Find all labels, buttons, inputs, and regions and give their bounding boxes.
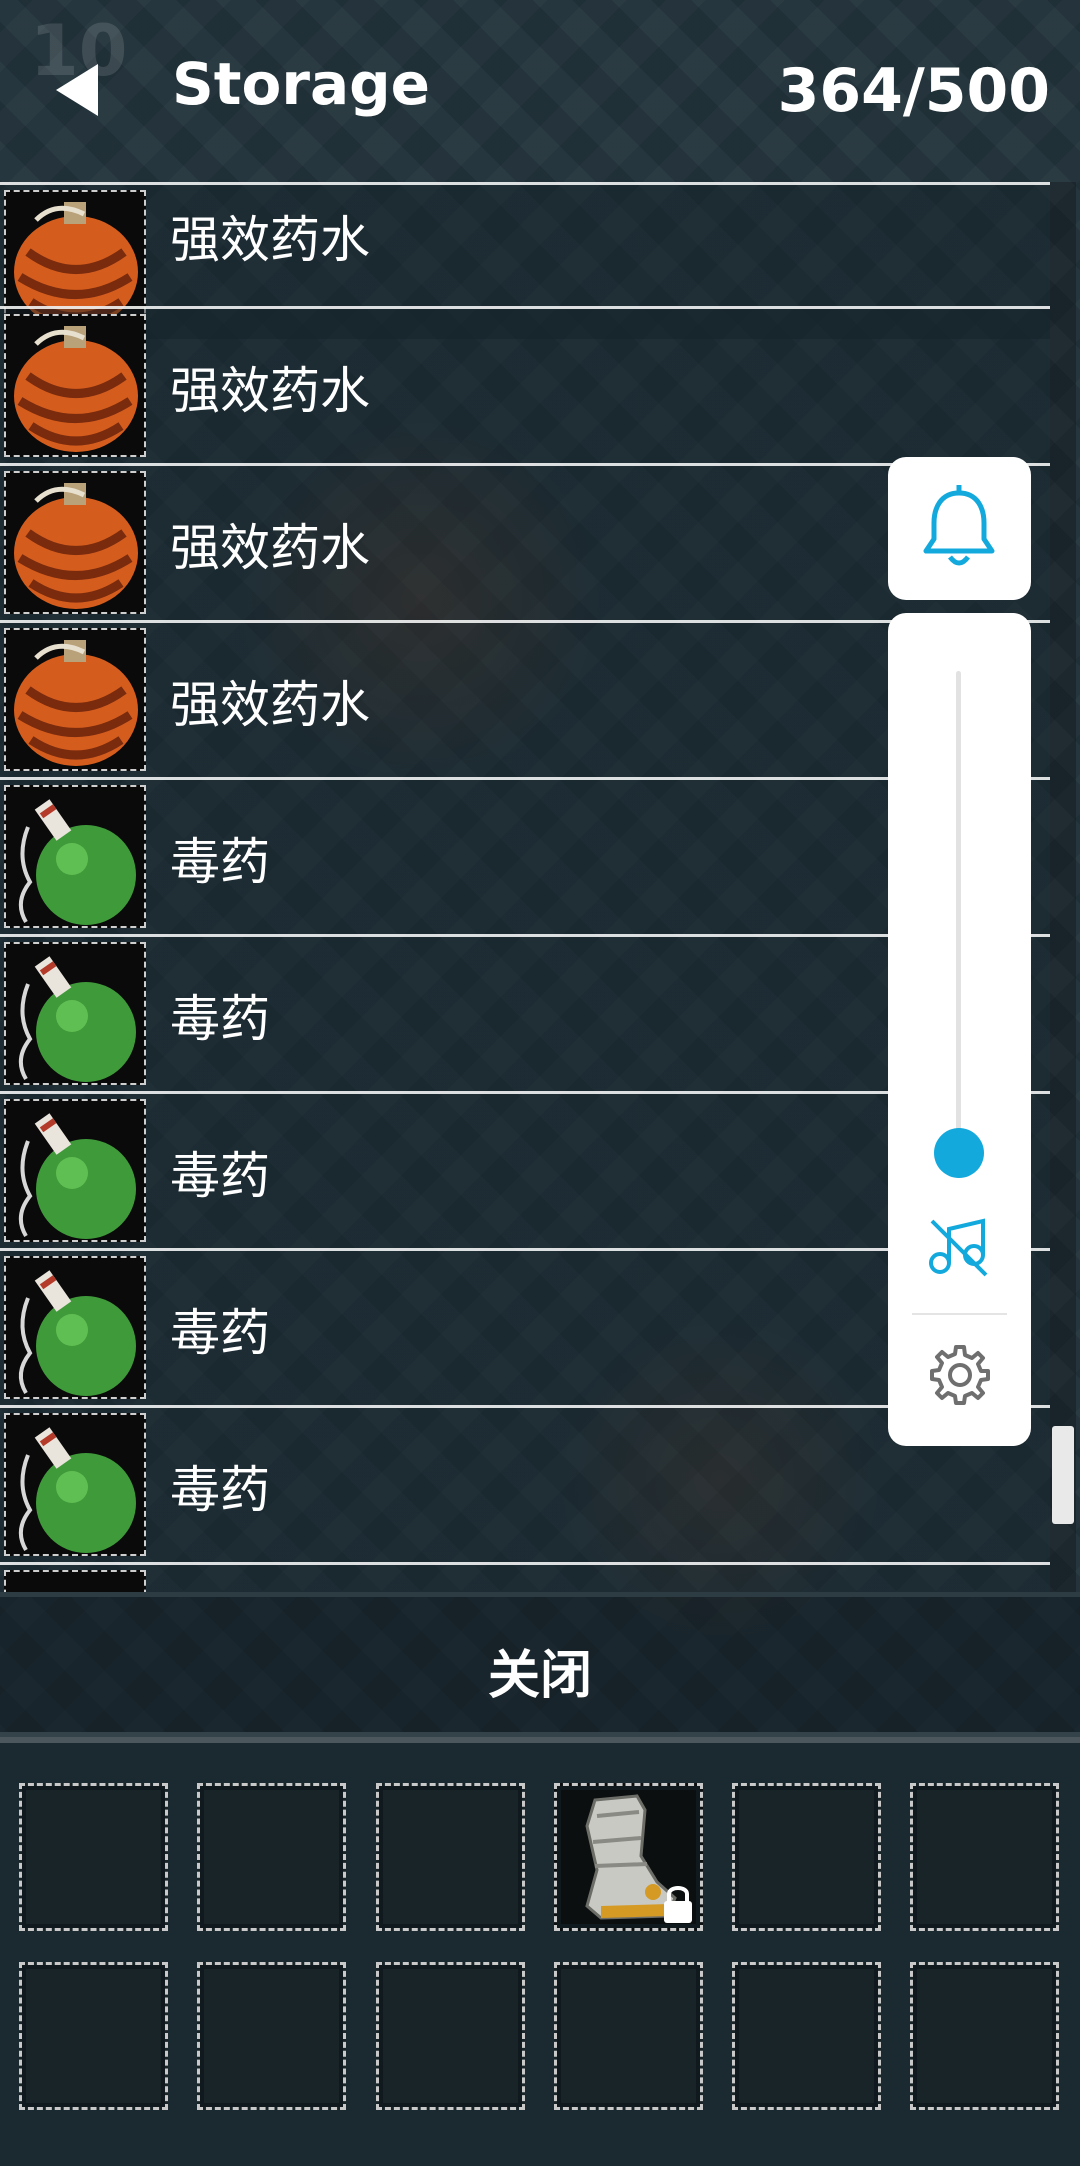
list-item[interactable]: 强效药水 <box>0 306 1050 463</box>
item-name: 强效药水 <box>170 519 370 577</box>
lock-icon <box>664 1886 692 1923</box>
inventory-slot[interactable] <box>19 1962 168 2110</box>
item-name: 强效药水 <box>170 676 370 734</box>
green-poison-flask-icon <box>4 1099 146 1242</box>
list-scrollbar[interactable] <box>1050 182 1076 1592</box>
inventory-slot[interactable] <box>732 1783 881 1931</box>
volume-slider-track[interactable] <box>956 671 961 1161</box>
item-name: 强效药水 <box>170 362 370 420</box>
inventory-slot[interactable] <box>554 1962 703 2110</box>
page-title: Storage <box>172 50 430 118</box>
item-slot <box>4 1570 146 1592</box>
inventory-slot[interactable] <box>554 1783 703 1931</box>
list-item[interactable] <box>0 1562 1050 1592</box>
green-poison-flask-icon <box>4 1413 146 1556</box>
inventory-slot[interactable] <box>910 1783 1059 1931</box>
orange-potion-icon <box>4 628 146 771</box>
inventory-slot[interactable] <box>376 1962 525 2110</box>
close-button[interactable]: 关闭 <box>0 1592 1080 1742</box>
inventory-slot[interactable] <box>197 1962 346 2110</box>
back-arrow-icon[interactable] <box>50 60 110 120</box>
item-name: 毒药 <box>170 990 270 1048</box>
storage-header: Storage 364/500 <box>0 0 1080 182</box>
scrollbar-thumb[interactable] <box>1052 1426 1074 1524</box>
bell-icon <box>923 485 995 566</box>
green-poison-flask-icon <box>4 942 146 1085</box>
inventory-slot[interactable] <box>197 1783 346 1931</box>
inventory-slot[interactable] <box>19 1783 168 1931</box>
notification-button[interactable] <box>888 457 1031 600</box>
orange-potion-icon <box>4 314 146 457</box>
close-button-label: 关闭 <box>487 1646 592 1706</box>
item-name: 毒药 <box>170 1461 270 1519</box>
volume-slider-knob[interactable] <box>934 1128 984 1178</box>
gear-icon[interactable] <box>928 1343 992 1407</box>
orange-potion-icon <box>4 471 146 614</box>
volume-panel <box>888 613 1031 1446</box>
item-name: 毒药 <box>170 1304 270 1362</box>
storage-capacity-count: 364/500 <box>777 56 1050 126</box>
inventory-slot[interactable] <box>910 1962 1059 2110</box>
item-name: 强效药水 <box>170 211 370 269</box>
item-name: 毒药 <box>170 1147 270 1205</box>
inventory-slot[interactable] <box>376 1783 525 1931</box>
green-poison-flask-icon <box>4 1256 146 1399</box>
inventory-slot[interactable] <box>732 1962 881 2110</box>
green-poison-flask-icon <box>4 785 146 928</box>
item-name: 毒药 <box>170 833 270 891</box>
music-off-icon[interactable] <box>926 1213 992 1279</box>
inventory-grid <box>0 1737 1080 2166</box>
panel-divider <box>912 1313 1007 1315</box>
